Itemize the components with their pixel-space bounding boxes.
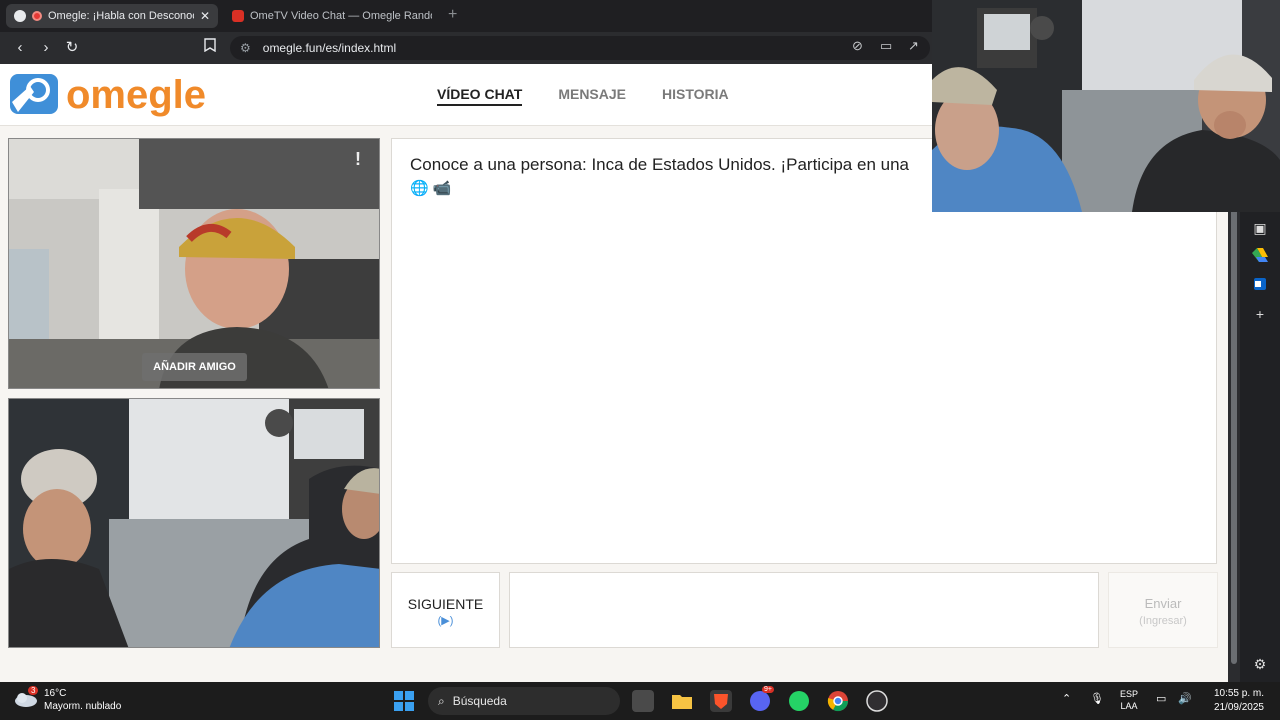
- search-placeholder: Búsqueda: [452, 694, 507, 708]
- next-button[interactable]: SIGUIENTE (▶): [391, 572, 500, 648]
- logo-text: omegle: [66, 73, 207, 117]
- tab-title: OmeTV Video Chat — Omegle Random Chat: [250, 10, 432, 22]
- network-icon[interactable]: ▭: [1156, 692, 1166, 705]
- outlook-icon[interactable]: [1252, 276, 1268, 292]
- discord-icon[interactable]: 9+: [749, 686, 774, 712]
- forward-icon[interactable]: ›: [36, 38, 56, 58]
- clock-time: 10:55 p. m.: [1213, 688, 1264, 699]
- share-icon[interactable]: ↗: [908, 38, 919, 54]
- logo-bubble-icon: [8, 72, 60, 118]
- bookmark-icon[interactable]: [200, 38, 220, 58]
- system-clock[interactable]: 10:55 p. m. 21/09/2025: [1204, 687, 1264, 715]
- google-drive-icon[interactable]: [1252, 248, 1268, 264]
- new-tab-icon[interactable]: +: [448, 6, 457, 24]
- send-button[interactable]: Enviar (Ingresar): [1108, 572, 1218, 648]
- send-shortcut: (Ingresar): [1139, 615, 1187, 627]
- report-button[interactable]: !: [345, 147, 371, 171]
- send-label: Enviar: [1144, 596, 1182, 611]
- tab-ometv[interactable]: OmeTV Video Chat — Omegle Random Chat: [224, 4, 440, 28]
- lang-bottom: LAA: [1120, 701, 1138, 711]
- reload-icon[interactable]: ↻: [62, 38, 82, 58]
- whatsapp-icon[interactable]: [788, 690, 810, 712]
- language-indicator[interactable]: ESP LAA: [1120, 688, 1138, 712]
- omegle-logo[interactable]: omegle: [8, 72, 206, 118]
- message-input[interactable]: [509, 572, 1099, 648]
- settings-icon[interactable]: ⚙: [1252, 656, 1268, 672]
- weather-widget[interactable]: 3 16°C Mayorm. nublado: [14, 686, 122, 713]
- self-video-frame: [9, 399, 379, 647]
- close-tab-icon[interactable]: ✕: [200, 9, 210, 23]
- webcam-overlay: [932, 0, 1280, 212]
- tab-omegle[interactable]: Omegle: ¡Habla con Desconocidos! ✕: [6, 4, 218, 28]
- lang-top: ESP: [1120, 689, 1139, 699]
- windows-start-icon[interactable]: [393, 690, 415, 712]
- tab-title: Omegle: ¡Habla con Desconocidos!: [48, 10, 194, 22]
- windows-taskbar: 3 16°C Mayorm. nublado ⌕ Búsqueda 9+ ⌃ 🎙…: [0, 682, 1280, 720]
- picture-in-picture-icon[interactable]: ▭: [880, 38, 892, 54]
- add-friend-button[interactable]: AÑADIR AMIGO: [142, 353, 247, 381]
- globe-camera-icons: 🌐 📹: [410, 180, 452, 197]
- screen-icon[interactable]: ▣: [1252, 220, 1268, 236]
- stranger-video-frame: [9, 139, 379, 388]
- ometv-favicon-icon: [232, 10, 244, 22]
- recording-icon: [32, 11, 42, 21]
- system-message: Conoce a una persona: Inca de Estados Un…: [410, 155, 909, 174]
- search-icon: ⌕: [438, 693, 445, 708]
- stranger-video: ! AÑADIR AMIGO: [8, 138, 380, 389]
- main-nav: VÍDEO CHAT MENSAJE HISTORIA: [437, 86, 729, 106]
- clock-date: 21/09/2025: [1213, 702, 1264, 713]
- weather-temp: 16°C: [44, 688, 67, 699]
- nav-video-chat[interactable]: VÍDEO CHAT: [437, 86, 523, 106]
- file-explorer-icon[interactable]: [671, 690, 693, 712]
- add-icon[interactable]: +: [1252, 306, 1268, 322]
- site-settings-icon[interactable]: ⚙: [240, 41, 251, 55]
- chrome-icon[interactable]: [827, 690, 849, 712]
- browser-side-panel: ▣ + ⚙: [1240, 212, 1280, 682]
- self-video: [8, 398, 380, 648]
- volume-icon[interactable]: 🔊: [1178, 692, 1192, 705]
- back-icon[interactable]: ‹: [10, 38, 30, 58]
- microphone-icon[interactable]: 🎙: [1090, 692, 1104, 705]
- discord-badge: 9+: [762, 686, 774, 693]
- weather-desc: Mayorm. nublado: [44, 701, 122, 712]
- obs-icon[interactable]: [866, 690, 888, 712]
- nav-historia[interactable]: HISTORIA: [662, 86, 729, 106]
- cloudy-weather-icon: 3: [14, 686, 39, 710]
- taskbar-search[interactable]: ⌕ Búsqueda: [428, 687, 620, 715]
- next-shortcut: (▶): [437, 615, 454, 627]
- url-input[interactable]: ⚙ omegle.fun/es/index.html: [230, 36, 930, 60]
- webcam-overlay-frame: [932, 0, 1280, 212]
- url-text: omegle.fun/es/index.html: [262, 41, 397, 55]
- task-view-icon[interactable]: [632, 690, 654, 712]
- cast-off-icon[interactable]: ⊘: [852, 38, 863, 54]
- tray-chevron-icon[interactable]: ⌃: [1062, 692, 1071, 705]
- omegle-favicon-icon: [14, 10, 26, 22]
- brave-browser-icon[interactable]: [710, 690, 732, 712]
- nav-mensaje[interactable]: MENSAJE: [558, 86, 626, 106]
- next-label: SIGUIENTE: [407, 596, 484, 612]
